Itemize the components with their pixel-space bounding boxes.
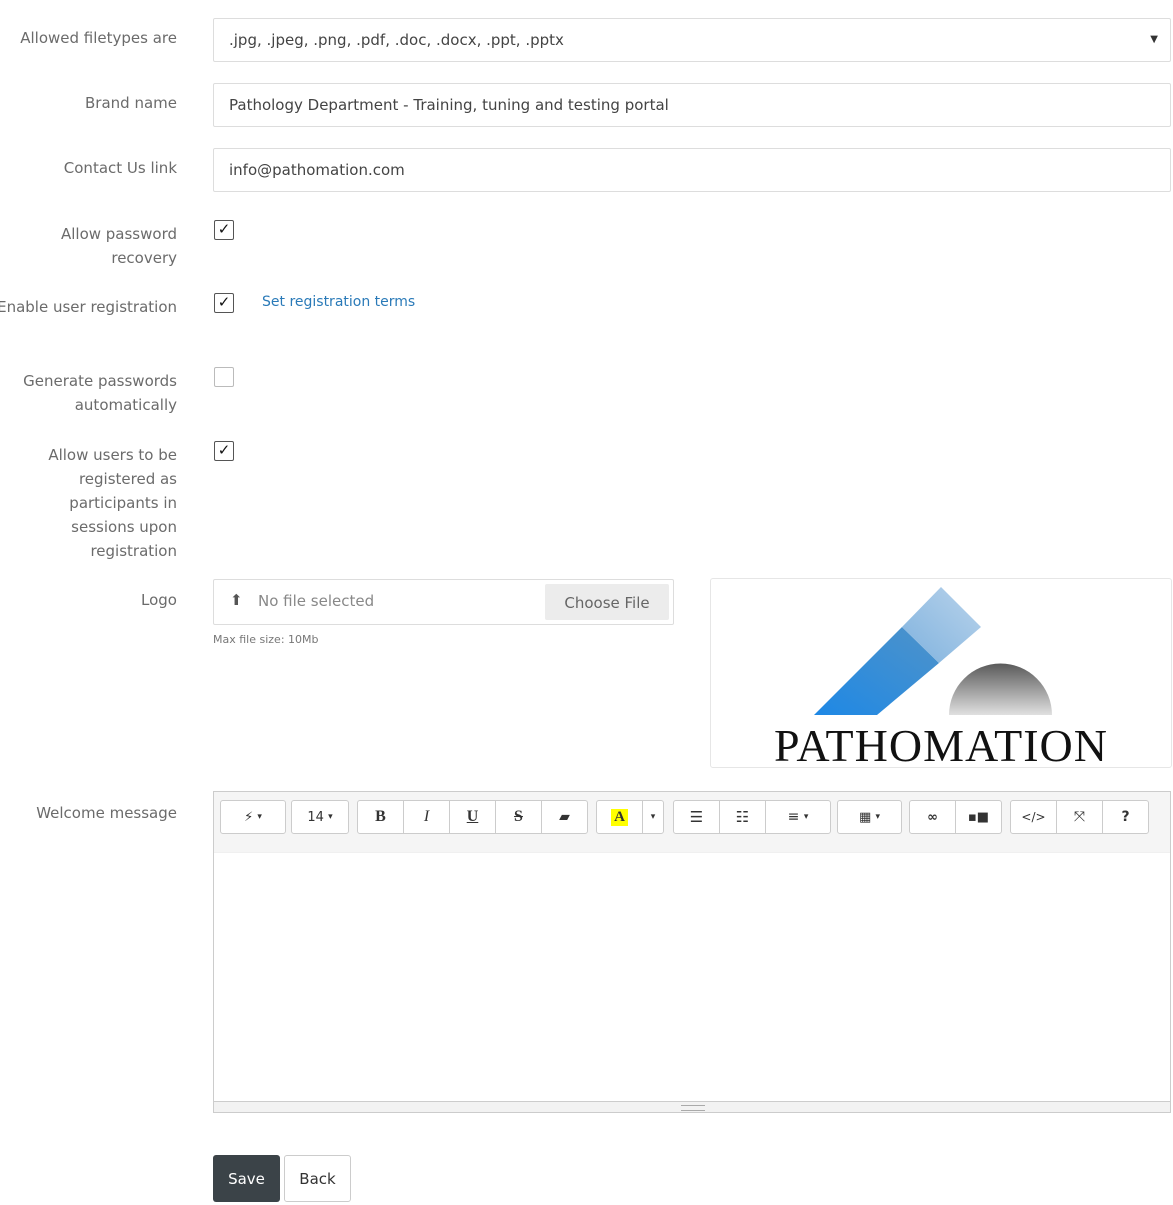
eraser-button[interactable]: ▰	[541, 800, 588, 834]
align-icon: ≡	[787, 809, 800, 825]
participants-label: Allow users to be registered as particip…	[48, 446, 177, 560]
align-button[interactable]: ≡ ▾	[765, 800, 831, 834]
check-icon: ✓	[217, 441, 231, 459]
chevron-down-icon: ▼	[1150, 34, 1158, 45]
magic-wand-button[interactable]: ⚡ ▾	[220, 800, 286, 834]
pathomation-logo: PATHOMATION	[774, 587, 1108, 771]
welcome-editor[interactable]: ⚡ ▾ 14 ▾ B I U S ▰ A ▾ ☰ ☷ ≡ ▾ ▦ ▾ ∞ ▪■ …	[213, 791, 1171, 1113]
link-icon: ∞	[927, 809, 938, 825]
filetypes-label: Allowed filetypes are	[20, 29, 177, 47]
resize-handle[interactable]	[214, 1101, 1170, 1112]
max-file-size: Max file size: 10Mb	[213, 633, 319, 646]
table-icon: ▦	[859, 809, 872, 825]
registration-terms-link[interactable]: Set registration terms	[262, 294, 415, 310]
eraser-icon: ▰	[559, 809, 570, 825]
italic-icon: I	[423, 808, 430, 825]
editor-toolbar: ⚡ ▾ 14 ▾ B I U S ▰ A ▾ ☰ ☷ ≡ ▾ ▦ ▾ ∞ ▪■ …	[214, 792, 1170, 853]
dropdown-icon: ▾	[328, 812, 333, 822]
user-registration-label: Enable user registration	[0, 298, 177, 316]
bold-button[interactable]: B	[357, 800, 404, 834]
participants-checkbox[interactable]: ✓	[214, 441, 234, 461]
link-button[interactable]: ∞	[909, 800, 956, 834]
filetypes-select[interactable]: .jpg, .jpeg, .png, .pdf, .doc, .docx, .p…	[213, 18, 1171, 62]
code-view-button[interactable]: </>	[1010, 800, 1057, 834]
video-button[interactable]: ▪■	[955, 800, 1002, 834]
highlight-dropdown[interactable]: ▾	[642, 800, 664, 834]
contact-label: Contact Us link	[63, 159, 177, 177]
code-icon: </>	[1021, 810, 1046, 824]
brand-name-value: Pathology Department - Training, tuning …	[229, 96, 669, 114]
check-icon: ✓	[217, 293, 231, 311]
password-recovery-label: Allow password recovery	[60, 225, 177, 267]
help-icon: ?	[1121, 809, 1130, 825]
highlight-button[interactable]: A	[596, 800, 643, 834]
strikethrough-icon: S	[514, 808, 523, 825]
logo-label: Logo	[141, 591, 177, 609]
user-registration-checkbox[interactable]: ✓	[214, 293, 234, 313]
file-status: No file selected	[258, 592, 375, 610]
logo-text: PATHOMATION	[774, 720, 1108, 767]
grip-icon	[681, 1105, 705, 1111]
numbered-list-icon: ☷	[735, 808, 750, 826]
logo-file-input[interactable]: ⬆ No file selected Choose File	[213, 579, 674, 625]
underline-icon: U	[466, 808, 479, 825]
brand-label: Brand name	[85, 94, 177, 112]
italic-button[interactable]: I	[403, 800, 450, 834]
numbered-list-button[interactable]: ☷	[719, 800, 766, 834]
underline-button[interactable]: U	[449, 800, 496, 834]
table-button[interactable]: ▦ ▾	[837, 800, 902, 834]
generate-passwords-label: Generate passwords automatically	[23, 372, 177, 414]
dropdown-icon: ▾	[803, 812, 809, 822]
bullet-list-button[interactable]: ☰	[673, 800, 720, 834]
dropdown-icon: ▾	[875, 812, 880, 822]
generate-passwords-checkbox[interactable]	[214, 367, 234, 387]
logo-preview: PATHOMATION	[710, 578, 1172, 771]
bullet-list-icon: ☰	[689, 808, 704, 826]
contact-link-value: info@pathomation.com	[229, 161, 405, 179]
welcome-label: Welcome message	[36, 804, 177, 822]
brand-name-input[interactable]: Pathology Department - Training, tuning …	[213, 83, 1171, 127]
dropdown-icon: ▾	[257, 812, 262, 822]
save-button[interactable]: Save	[213, 1155, 280, 1202]
contact-link-input[interactable]: info@pathomation.com	[213, 148, 1171, 192]
password-recovery-checkbox[interactable]: ✓	[214, 220, 234, 240]
bold-icon: B	[375, 808, 386, 825]
video-icon: ▪■	[967, 809, 990, 825]
help-button[interactable]: ?	[1102, 800, 1149, 834]
dropdown-icon: ▾	[650, 812, 656, 822]
highlight-icon: A	[611, 808, 628, 826]
choose-file-button[interactable]: Choose File	[545, 584, 669, 620]
upload-icon: ⬆	[230, 591, 243, 609]
back-button[interactable]: Back	[284, 1155, 351, 1202]
font-size-value: 14	[307, 809, 324, 825]
fullscreen-button[interactable]: ⤧	[1056, 800, 1103, 834]
magic-wand-icon: ⚡	[244, 809, 254, 825]
check-icon: ✓	[217, 220, 231, 238]
font-size-button[interactable]: 14 ▾	[291, 800, 349, 834]
fullscreen-icon: ⤧	[1073, 809, 1086, 825]
filetypes-value: .jpg, .jpeg, .png, .pdf, .doc, .docx, .p…	[229, 31, 564, 49]
strikethrough-button[interactable]: S	[495, 800, 542, 834]
